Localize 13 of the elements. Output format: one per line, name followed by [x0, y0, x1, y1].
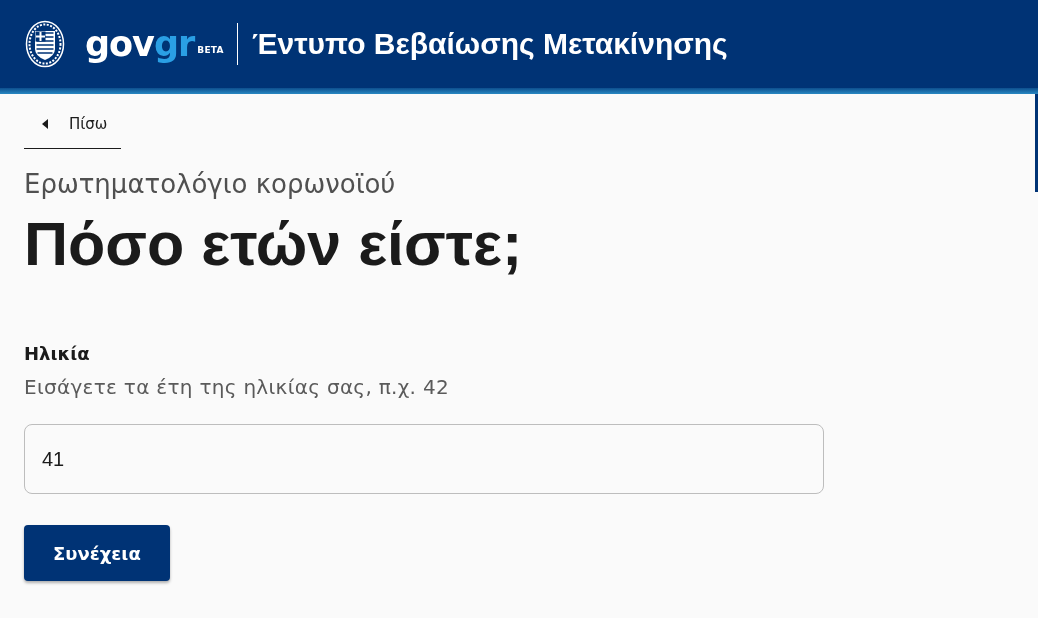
caret-left-icon	[42, 119, 48, 129]
scrollbar-thumb[interactable]	[1035, 94, 1038, 192]
back-link[interactable]: Πίσω	[24, 100, 122, 149]
age-input[interactable]: 41	[24, 424, 824, 494]
beta-label: BETA	[197, 44, 224, 58]
govgr-wordmark: govgr	[85, 24, 195, 64]
page-title: Έντυπο Βεβαίωσης Μετακίνησης	[251, 26, 728, 62]
field-hint: Εισάγετε τα έτη της ηλικίας σας, π.χ. 42	[24, 375, 450, 399]
emblem-icon	[25, 20, 65, 68]
section-caption: Ερωτηματολόγιο κορωνοϊού	[24, 169, 397, 199]
question-heading: Πόσο ετών είστε;	[24, 211, 524, 277]
field-label: Ηλικία	[24, 342, 91, 366]
continue-button[interactable]: Συνέχεια	[24, 525, 170, 581]
